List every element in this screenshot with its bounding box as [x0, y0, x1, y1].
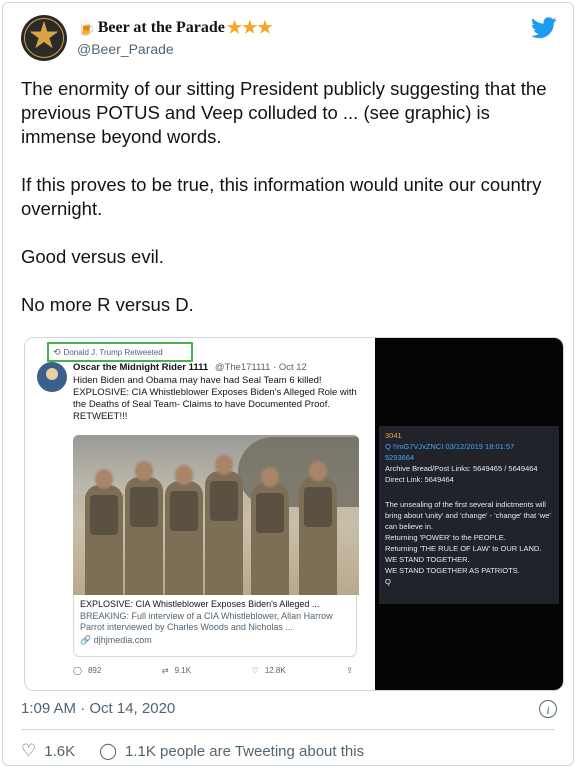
link-card: EXPLOSIVE: CIA Whistleblower Exposes Bid… [73, 595, 357, 657]
divider [21, 729, 555, 730]
tweet-footer: ♡ 1.6K ◯ 1.1K people are Tweeting about … [21, 741, 364, 761]
tweet-media-image[interactable]: ⟲ Donald J. Trump Retweeted Oscar the Mid… [24, 337, 564, 691]
q-post-screenshot: 3041 Q !!mG7VJxZNCI 03/12/2019 18:01:57 … [375, 338, 563, 690]
reply-count: 892 [87, 666, 102, 675]
q-post-archive: Archive Bread/Post Links: 5649465 / 5649… [385, 464, 538, 473]
q-post-line: WE STAND TOGETHER. [385, 555, 470, 564]
embedded-text-line: Hiden Biden and Obama may have had Seal … [73, 375, 322, 386]
avatar[interactable] [21, 15, 67, 61]
soldier-figure [165, 465, 203, 595]
soldier-figure [85, 469, 123, 595]
talking-count[interactable]: 1.1K people are Tweeting about this [125, 743, 364, 760]
display-name-text: Beer at the Parade [97, 19, 225, 36]
share-icon: ⇪ [346, 666, 353, 675]
retweet-icon: ⟲ [53, 347, 61, 357]
embedded-actions: ◯ 892 ⇄ 9.1K ♡ 12.8K ⇪ [73, 666, 353, 675]
tweet-paragraph: No more R versus D. [21, 294, 194, 315]
soldier-figure [205, 455, 243, 595]
tweet-body: The enormity of our sitting President pu… [21, 77, 551, 341]
heart-icon[interactable]: ♡ [21, 741, 36, 761]
soldier-figure [125, 461, 163, 595]
q-post-box: 3041 Q !!mG7VJxZNCI 03/12/2019 18:01:57 … [379, 426, 559, 604]
tweet-paragraph: The enormity of our sitting President pu… [21, 78, 547, 147]
like-count: 12.8K [264, 666, 286, 675]
retweeted-by-text: Donald J. Trump Retweeted [63, 348, 163, 357]
tweet-timestamp[interactable]: 1:09 AM · Oct 14, 2020 [21, 700, 175, 717]
q-post-line: Returning 'POWER' to the PEOPLE. [385, 533, 506, 542]
embedded-author-handle: @The171111 · Oct 12 [214, 362, 307, 373]
comment-bubble-icon: ◯ [73, 666, 82, 675]
link-icon: 🔗 [80, 635, 92, 645]
q-post-header: Q !!mG7VJxZNCI 03/12/2019 18:01:57 [385, 442, 515, 451]
tweet-paragraph: Good versus evil. [21, 246, 164, 267]
q-post-number: 3041 [385, 431, 402, 440]
tweet-header: 🍺 Beer at the Parade ★★★ @Beer_Parade [21, 15, 561, 65]
like-count[interactable]: 1.6K [44, 743, 75, 760]
stars-icon: ★★★ [226, 18, 273, 37]
embedded-avatar [37, 362, 67, 392]
embedded-text-line: EXPLOSIVE: CIA Whistleblower Exposes Bid… [73, 387, 357, 422]
embedded-retweet: ⇄ 9.1K [162, 666, 191, 675]
display-name[interactable]: 🍺 Beer at the Parade ★★★ [77, 17, 273, 39]
q-post-line: Q [385, 577, 391, 586]
q-post-line: Returning 'THE RULE OF LAW' to OUR LAND. [385, 544, 542, 553]
heart-icon: ♡ [251, 666, 259, 675]
embedded-author: Oscar the Midnight Rider 1111 @The171111… [73, 362, 307, 373]
embedded-share: ⇪ [346, 666, 353, 675]
soldier-figure [299, 461, 337, 595]
link-domain: 🔗 djhjmedia.com [80, 635, 350, 646]
tweet-card: 🍺 Beer at the Parade ★★★ @Beer_Parade Th… [2, 2, 574, 766]
link-domain-text: djhjmedia.com [93, 635, 152, 645]
twitter-bird-icon[interactable] [531, 17, 557, 39]
q-post-id: 5293664 [385, 453, 415, 462]
handle[interactable]: @Beer_Parade [77, 41, 273, 57]
link-description: BREAKING: Full interview of a CIA Whistl… [80, 611, 333, 632]
q-post-direct: Direct Link: 5649464 [385, 475, 454, 484]
embedded-reply: ◯ 892 [73, 666, 101, 675]
info-icon[interactable]: i [539, 700, 557, 718]
retweet-count: 9.1K [174, 666, 192, 675]
retweet-icon: ⇄ [161, 666, 169, 675]
embedded-tweet-screenshot: ⟲ Donald J. Trump Retweeted Oscar the Mid… [25, 338, 375, 690]
link-title: EXPLOSIVE: CIA Whistleblower Exposes Bid… [80, 599, 320, 609]
embedded-like: ♡ 12.8K [252, 666, 286, 675]
comment-bubble-icon[interactable]: ◯ [99, 741, 117, 761]
q-post-line: The unsealing of the first several indic… [385, 500, 551, 531]
embedded-author-name: Oscar the Midnight Rider 1111 [73, 362, 209, 373]
tweet-paragraph: If this proves to be true, this informat… [21, 174, 542, 219]
author-names: 🍺 Beer at the Parade ★★★ @Beer_Parade [77, 17, 273, 57]
q-post-line: WE STAND TOGETHER AS PATRIOTS. [385, 566, 520, 575]
soldier-figure [251, 467, 289, 595]
retweeted-by-label: ⟲ Donald J. Trump Retweeted [47, 342, 193, 362]
embedded-text: Hiden Biden and Obama may have had Seal … [73, 375, 363, 423]
soldiers-photo [73, 435, 359, 595]
beer-mug-icon: 🍺 [77, 20, 96, 37]
